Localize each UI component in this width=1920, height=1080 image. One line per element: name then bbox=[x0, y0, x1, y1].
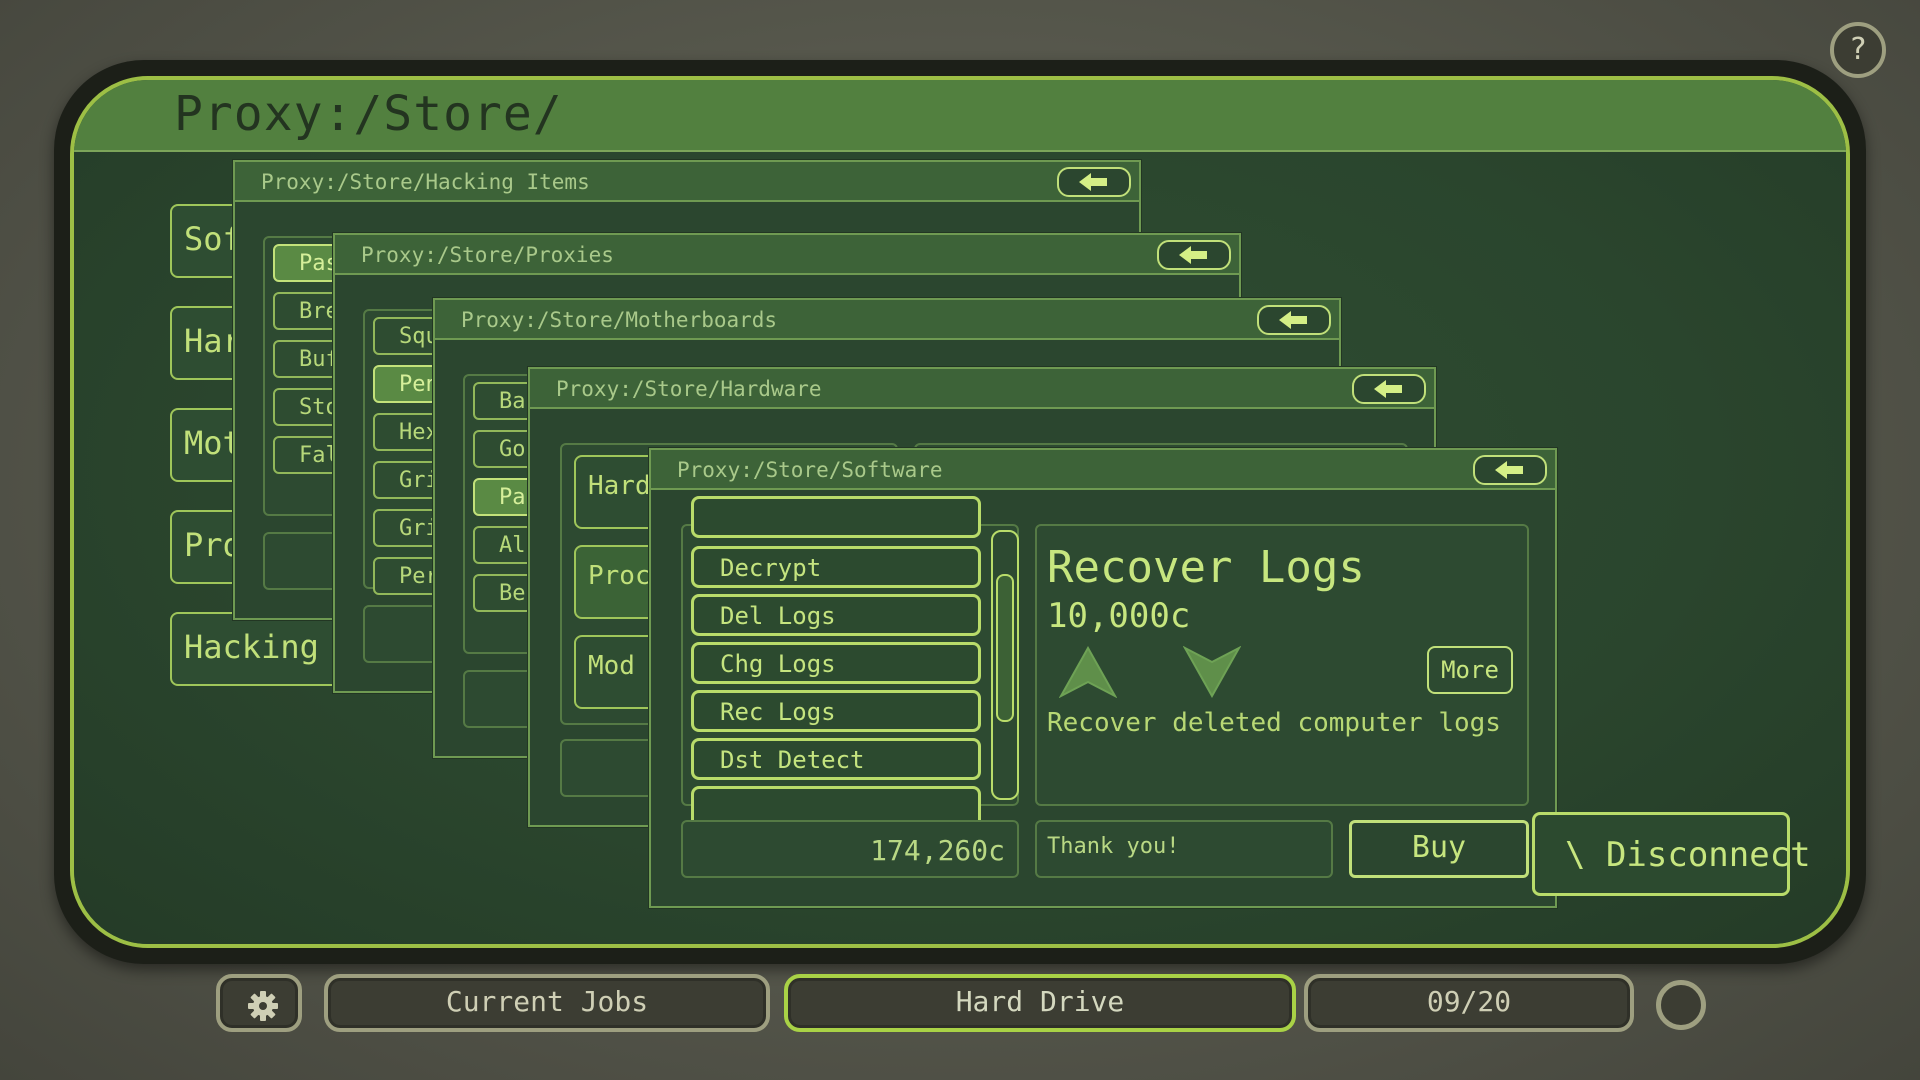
scrollbar[interactable] bbox=[991, 530, 1019, 800]
detail-panel: Recover Logs 10,000c More Recover delete… bbox=[1035, 524, 1529, 806]
hard-drive-button[interactable]: Hard Drive bbox=[784, 974, 1296, 1032]
back-button[interactable] bbox=[1473, 455, 1547, 485]
current-jobs-button[interactable]: Current Jobs bbox=[324, 974, 770, 1032]
window-title: Proxy:/Store/Hacking Items bbox=[261, 170, 590, 194]
message-text: Thank you! bbox=[1047, 834, 1179, 859]
screen-header: Proxy:/Store/ bbox=[74, 80, 1846, 152]
window-title: Proxy:/Store/Hardware bbox=[556, 377, 822, 401]
back-arrow-icon bbox=[1279, 311, 1309, 329]
arrow-down-icon[interactable] bbox=[1183, 646, 1241, 698]
software-list: Decrypt Del Logs Chg Logs Rec Logs Dst D… bbox=[681, 524, 1019, 806]
window-titlebar: Proxy:/Store/Hacking Items bbox=[235, 162, 1139, 202]
back-arrow-icon bbox=[1374, 380, 1404, 398]
list-item[interactable]: Rec Logs bbox=[691, 690, 981, 732]
credits-value: 174,260c bbox=[870, 834, 1005, 867]
help-button[interactable]: ? bbox=[1830, 22, 1886, 78]
window-software: Proxy:/Store/Software Decrypt Del Logs C… bbox=[649, 448, 1557, 908]
buy-button[interactable]: Buy bbox=[1349, 820, 1529, 878]
back-button[interactable] bbox=[1157, 240, 1231, 270]
settings-button[interactable] bbox=[216, 974, 302, 1032]
list-item[interactable]: Chg Logs bbox=[691, 642, 981, 684]
arrow-up-icon[interactable] bbox=[1059, 646, 1117, 698]
back-arrow-icon bbox=[1179, 246, 1209, 264]
page-title: Proxy:/Store/ bbox=[174, 86, 563, 142]
back-button[interactable] bbox=[1352, 374, 1426, 404]
more-button[interactable]: More bbox=[1427, 646, 1513, 694]
list-item-partial[interactable] bbox=[691, 496, 981, 538]
message-box: Thank you! bbox=[1035, 820, 1333, 878]
scrollbar-thumb[interactable] bbox=[996, 574, 1014, 722]
window-titlebar: Proxy:/Store/Proxies bbox=[335, 235, 1239, 275]
window-title: Proxy:/Store/Software bbox=[677, 458, 943, 482]
back-button[interactable] bbox=[1257, 305, 1331, 335]
item-price: 10,000c bbox=[1047, 596, 1190, 636]
item-description: Recover deleted computer logs bbox=[1047, 708, 1501, 738]
counter-display: 09/20 bbox=[1304, 974, 1634, 1032]
window-titlebar: Proxy:/Store/Software bbox=[651, 450, 1555, 490]
list-item[interactable]: Dst Detect bbox=[691, 738, 981, 780]
list-item[interactable]: Decrypt bbox=[691, 546, 981, 588]
list-item[interactable]: Del Logs bbox=[691, 594, 981, 636]
window-title: Proxy:/Store/Proxies bbox=[361, 243, 614, 267]
back-arrow-icon bbox=[1495, 461, 1525, 479]
credits-display: 174,260c bbox=[681, 820, 1019, 878]
window-title: Proxy:/Store/Motherboards bbox=[461, 308, 777, 332]
status-indicator[interactable] bbox=[1656, 980, 1706, 1030]
gear-icon bbox=[247, 990, 279, 1022]
back-button[interactable] bbox=[1057, 167, 1131, 197]
window-titlebar: Proxy:/Store/Hardware bbox=[530, 369, 1434, 409]
disconnect-button[interactable]: \ Disconnect bbox=[1532, 812, 1790, 896]
item-name: Recover Logs bbox=[1047, 542, 1365, 593]
back-arrow-icon bbox=[1079, 173, 1109, 191]
window-titlebar: Proxy:/Store/Motherboards bbox=[435, 300, 1339, 340]
